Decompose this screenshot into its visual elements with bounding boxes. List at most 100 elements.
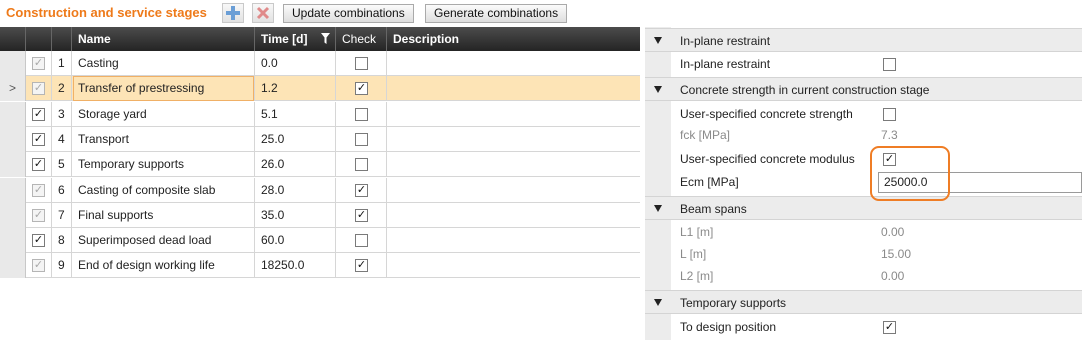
table-row[interactable]: ✓ 8 Superimposed dead load 60.0 (0, 228, 640, 254)
stage-enabled-checkbox[interactable]: ✓ (32, 234, 45, 248)
toolbar: Construction and service stages Update c… (0, 0, 640, 26)
stage-time-cell[interactable]: 0.0 (255, 51, 336, 76)
stage-name-cell[interactable]: Final supports (72, 202, 255, 228)
stage-check-checkbox[interactable] (355, 234, 368, 248)
prop-l1: L1 [m] 0.00 (645, 221, 1082, 243)
l1-value: 0.00 (881, 225, 905, 239)
prop-user-modulus: User-specified concrete modulus ✓ (645, 148, 1082, 170)
annotation-highlight (870, 146, 950, 201)
row-selector[interactable]: > (0, 76, 26, 102)
row-selector[interactable] (0, 202, 26, 228)
stage-time-cell[interactable]: 26.0 (255, 152, 336, 178)
table-row[interactable]: ✓ 4 Transport 25.0 (0, 126, 640, 152)
row-selector[interactable] (0, 101, 26, 127)
stage-description-cell[interactable] (387, 228, 640, 253)
stage-check-checkbox[interactable]: ✓ (355, 82, 368, 96)
update-combinations-button[interactable]: Update combinations (283, 4, 414, 23)
stage-check-checkbox[interactable]: ✓ (355, 259, 368, 273)
collapse-triangle-icon[interactable] (654, 86, 662, 93)
section-title-temp: Temporary supports (680, 296, 787, 310)
delete-stage-button[interactable] (252, 3, 274, 23)
stage-name-cell[interactable]: Casting of composite slab (72, 177, 255, 203)
section-temporary-supports[interactable]: Temporary supports (645, 290, 1082, 314)
prop-user-strength: User-specified concrete strength (645, 103, 1082, 125)
cell-focus-frame (73, 76, 254, 102)
collapse-triangle-icon[interactable] (654, 37, 662, 44)
stage-time-cell[interactable]: 25.0 (255, 126, 336, 152)
stage-enabled-checkbox[interactable]: ✓ (32, 183, 45, 197)
table-row[interactable]: ✓ 7 Final supports 35.0 ✓ (0, 202, 640, 228)
add-stage-button[interactable] (222, 3, 244, 23)
stage-check-checkbox[interactable] (355, 158, 368, 172)
table-row[interactable]: ✓ 9 End of design working life 18250.0 ✓ (0, 253, 640, 279)
column-header-time[interactable]: Time [d] (255, 27, 336, 51)
stage-time-cell[interactable]: 60.0 (255, 228, 336, 254)
table-row[interactable]: ✓ 1 Casting 0.0 (0, 51, 640, 76)
stage-description-cell[interactable] (387, 102, 640, 127)
stage-description-cell[interactable] (387, 127, 640, 152)
user-strength-checkbox[interactable] (883, 108, 896, 121)
column-header-check[interactable]: Check (336, 27, 387, 51)
generate-combinations-button[interactable]: Generate combinations (425, 4, 568, 23)
stage-description-cell[interactable] (387, 203, 640, 228)
collapse-triangle-icon[interactable] (654, 205, 662, 212)
column-header-name[interactable]: Name (72, 27, 255, 51)
stage-time-cell[interactable]: 5.1 (255, 101, 336, 127)
prop-fck: fck [MPa] 7.3 (645, 124, 1082, 146)
stage-description-cell[interactable] (387, 152, 640, 177)
stage-name-cell[interactable]: Transport (72, 126, 255, 152)
prop-inplane-restraint: In-plane restraint (645, 53, 1082, 75)
table-row[interactable]: ✓ 6 Casting of composite slab 28.0 ✓ (0, 177, 640, 203)
table-row[interactable]: ✓ 3 Storage yard 5.1 (0, 101, 640, 127)
section-inplane-restraint[interactable]: In-plane restraint (645, 28, 1082, 52)
section-concrete-strength[interactable]: Concrete strength in current constructio… (645, 77, 1082, 101)
stage-description-cell[interactable] (387, 178, 640, 203)
table-row[interactable]: > ✓ 2 Transfer of prestressing 1.2 ✓ (0, 76, 640, 102)
stage-check-checkbox[interactable] (355, 132, 368, 146)
stage-enabled-checkbox[interactable]: ✓ (32, 259, 45, 273)
stage-enabled-checkbox[interactable]: ✓ (32, 107, 45, 121)
row-selector[interactable] (0, 152, 26, 178)
collapse-triangle-icon[interactable] (654, 299, 662, 306)
stage-name-cell[interactable]: Temporary supports (72, 152, 255, 178)
stage-description-cell[interactable] (387, 51, 640, 76)
row-selector[interactable] (0, 177, 26, 203)
design-position-checkbox[interactable]: ✓ (883, 321, 896, 334)
stage-check-checkbox[interactable]: ✓ (355, 208, 368, 222)
stage-time-cell[interactable]: 1.2 (255, 76, 336, 102)
check-cell: ✓ (336, 76, 387, 102)
row-number: 7 (52, 202, 72, 228)
stage-check-checkbox[interactable] (355, 107, 368, 121)
row-selector[interactable] (0, 126, 26, 152)
stage-name-cell[interactable]: Storage yard (72, 101, 255, 127)
stage-enabled-checkbox[interactable]: ✓ (32, 57, 45, 70)
enabled-cell: ✓ (26, 228, 52, 254)
stage-check-checkbox[interactable]: ✓ (355, 183, 368, 197)
stage-enabled-checkbox[interactable]: ✓ (32, 132, 45, 146)
section-beam-spans[interactable]: Beam spans (645, 196, 1082, 220)
prop-label-fck: fck [MPa] (680, 128, 731, 142)
prop-design-position: To design position ✓ (645, 316, 1082, 338)
stage-time-cell[interactable]: 28.0 (255, 177, 336, 203)
table-row[interactable]: ✓ 5 Temporary supports 26.0 (0, 152, 640, 178)
inplane-restraint-checkbox[interactable] (883, 58, 896, 71)
stage-description-cell[interactable] (387, 253, 640, 278)
filter-icon[interactable] (321, 33, 330, 44)
stage-check-checkbox[interactable] (355, 57, 368, 70)
column-header-description[interactable]: Description (387, 27, 640, 51)
stage-description-cell[interactable] (387, 76, 640, 101)
stage-name-cell[interactable]: Casting (72, 51, 255, 76)
row-selector[interactable] (0, 228, 26, 254)
stage-enabled-checkbox[interactable]: ✓ (32, 208, 45, 222)
stage-time-cell[interactable]: 18250.0 (255, 253, 336, 279)
enabled-cell: ✓ (26, 51, 52, 76)
row-selector[interactable] (0, 51, 26, 76)
stage-enabled-checkbox[interactable]: ✓ (32, 82, 45, 96)
prop-ecm: Ecm [MPa] 25000.0 (645, 171, 1082, 193)
stage-name-cell[interactable]: End of design working life (72, 253, 255, 279)
stage-time-cell[interactable]: 35.0 (255, 202, 336, 228)
prop-label-user-strength: User-specified concrete strength (680, 107, 853, 121)
stage-enabled-checkbox[interactable]: ✓ (32, 158, 45, 172)
stage-name-cell[interactable]: Superimposed dead load (72, 228, 255, 254)
row-selector[interactable] (0, 253, 26, 279)
